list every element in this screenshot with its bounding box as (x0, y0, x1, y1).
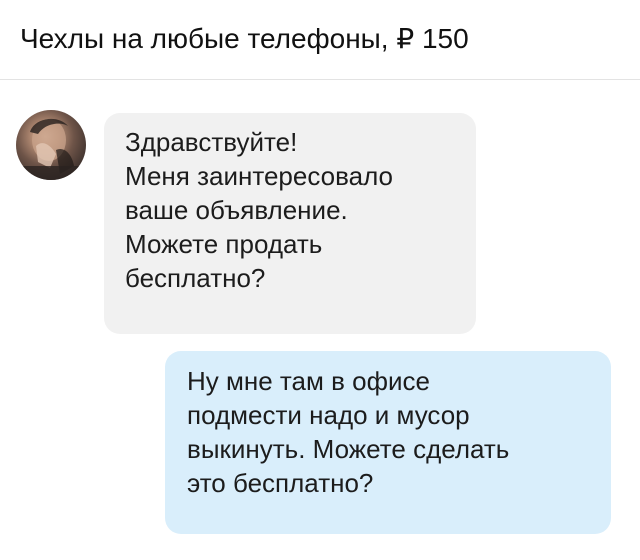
listing-title: Чехлы на любые телефоны, ₽ 150 (20, 23, 469, 54)
message-thread: Здравствуйте! Меня заинтересовало ваше о… (0, 81, 640, 560)
message-line: Можете продать (125, 229, 323, 259)
message-line: выкинуть. Можете сделать (187, 434, 510, 464)
message-line: Здравствуйте! (125, 127, 298, 157)
listing-header[interactable]: Чехлы на любые телефоны, ₽ 150 (0, 0, 640, 80)
message-line: Меня заинтересовало (125, 161, 393, 191)
message-line: бесплатно? (125, 263, 266, 293)
outgoing-message-bubble[interactable]: Ну мне там в офисе подмести надо и мусор… (165, 351, 611, 534)
chat-screen: Чехлы на любые телефоны, ₽ 150 Здравству… (0, 0, 640, 560)
sender-avatar[interactable] (16, 110, 86, 180)
message-line: это бесплатно? (187, 468, 374, 498)
message-line: Ну мне там в офисе (187, 366, 430, 396)
incoming-message-bubble[interactable]: Здравствуйте! Меня заинтересовало ваше о… (104, 113, 476, 334)
message-line: подмести надо и мусор (187, 400, 470, 430)
user-avatar-photo-icon (16, 118, 86, 180)
message-line: ваше объявление. (125, 195, 348, 225)
